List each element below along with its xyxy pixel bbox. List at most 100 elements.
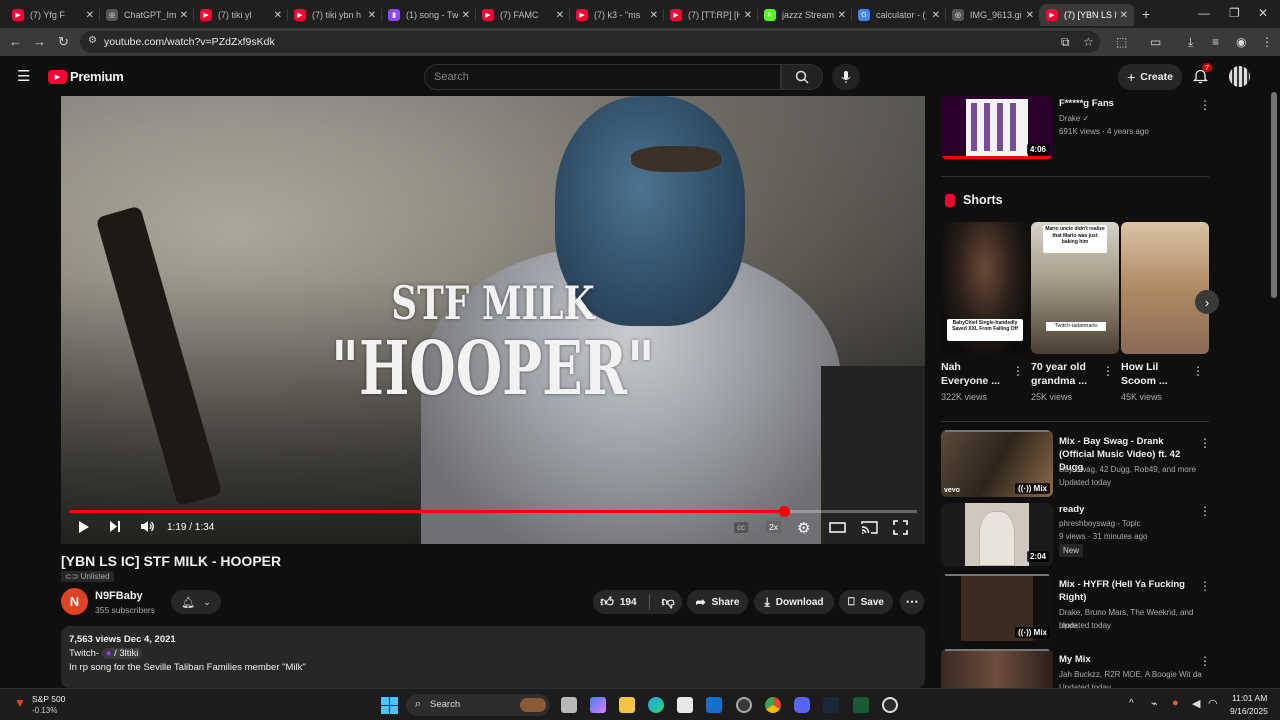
- steam-icon[interactable]: [823, 697, 839, 713]
- notifications-button[interactable]: 7: [1192, 63, 1213, 89]
- tab-close-icon[interactable]: ✕: [86, 10, 94, 21]
- tab-close-icon[interactable]: ✕: [368, 10, 376, 21]
- clock-time[interactable]: 11:01 AM: [1232, 693, 1267, 703]
- twitch-chip[interactable]: ● / 3ltiki: [101, 648, 143, 659]
- browser-tab[interactable]: ▶ (7) tiki ybn h ✕: [288, 4, 382, 26]
- youtube-logo[interactable]: ▶ Premium: [48, 69, 124, 84]
- network-icon[interactable]: ⌁: [1151, 697, 1158, 710]
- tab-close-icon[interactable]: ✕: [274, 10, 282, 21]
- file-explorer-icon[interactable]: [619, 697, 635, 713]
- scrubber-handle[interactable]: [778, 506, 790, 517]
- bookmark-star-icon[interactable]: ☆: [1083, 35, 1094, 49]
- sidebar-video-title[interactable]: F*****g Fans: [1059, 97, 1114, 110]
- system-tray-chevron-icon[interactable]: ^: [1129, 698, 1134, 709]
- hamburger-menu-icon[interactable]: ☰: [17, 67, 30, 85]
- sidebar-video-title[interactable]: My Mix: [1059, 653, 1091, 666]
- more-actions-button[interactable]: ⋯: [900, 590, 924, 614]
- url-field[interactable]: ⚙ youtube.com/watch?v=PZdZxf9sKdk: [80, 31, 1100, 53]
- video-player[interactable]: STF MILK "HOOPER" 1:19 / 1:34 cc 2x ⚙: [61, 96, 925, 544]
- outlook-icon[interactable]: [706, 697, 722, 713]
- speaker-icon[interactable]: ◀: [1192, 697, 1200, 710]
- like-button[interactable]: 👍︎ 194: [600, 594, 636, 610]
- tab-close-icon[interactable]: ✕: [744, 10, 752, 21]
- edge-icon[interactable]: [648, 697, 664, 713]
- browser-tab[interactable]: ▶ (7) FAMC ✕: [476, 4, 570, 26]
- extensions-icon[interactable]: ⬚: [1116, 35, 1127, 49]
- playback-speed-badge[interactable]: 2x: [766, 521, 781, 533]
- volume-button[interactable]: [140, 520, 155, 533]
- sidebar-video-title[interactable]: ready: [1059, 503, 1084, 516]
- copilot-icon[interactable]: [590, 697, 606, 713]
- video-thumbnail-ready[interactable]: 2:04: [941, 503, 1053, 566]
- new-tab-icon[interactable]: +: [1142, 6, 1150, 22]
- more-options-icon[interactable]: ⋮: [1199, 98, 1211, 112]
- short-1-title[interactable]: Nah Everyone ...: [941, 360, 1009, 388]
- browser-tab[interactable]: ▶ (7) Yfg F ✕: [6, 4, 100, 26]
- voice-search-button[interactable]: [832, 64, 860, 90]
- fullscreen-icon[interactable]: [893, 520, 908, 535]
- maximize-icon[interactable]: ❐: [1229, 6, 1240, 20]
- reading-list-icon[interactable]: ≡: [1212, 35, 1219, 49]
- tab-close-icon[interactable]: ✕: [932, 10, 940, 21]
- reload-icon[interactable]: ↻: [58, 34, 69, 50]
- video-thumbnail-my-mix[interactable]: [941, 649, 1053, 688]
- browser-tab[interactable]: ▶ (7) [TT:RP] [H ✕: [664, 4, 758, 26]
- cast-icon[interactable]: [861, 521, 878, 534]
- forward-icon[interactable]: →: [33, 34, 46, 49]
- tab-close-icon[interactable]: ✕: [556, 10, 564, 21]
- short-3-title[interactable]: How Lil Scoom ...: [1121, 360, 1189, 388]
- channel-name[interactable]: N9FBaby: [95, 590, 143, 602]
- task-view-icon[interactable]: [561, 697, 577, 713]
- browser-tab[interactable]: ◎ ChatGPT_Im ✕: [100, 4, 194, 26]
- tab-close-icon[interactable]: ✕: [1026, 10, 1034, 21]
- short-thumbnail-3[interactable]: [1121, 222, 1209, 354]
- save-button[interactable]: ⎕ Save: [839, 590, 893, 614]
- more-options-icon[interactable]: ⋮: [1192, 364, 1204, 378]
- tab-close-icon[interactable]: ✕: [180, 10, 188, 21]
- chrome-icon[interactable]: [765, 697, 781, 713]
- wifi-icon[interactable]: ◠: [1208, 697, 1218, 710]
- more-options-icon[interactable]: ⋮: [1199, 654, 1211, 668]
- channel-avatar[interactable]: N: [61, 588, 88, 615]
- sidebar-video-title[interactable]: Mix - HYFR (Hell Ya Fucking Right): [1059, 578, 1197, 604]
- windows-start-button[interactable]: [381, 697, 398, 714]
- play-button[interactable]: [78, 520, 90, 534]
- profile-icon[interactable]: ◉: [1236, 35, 1246, 49]
- more-options-icon[interactable]: ⋮: [1012, 364, 1024, 378]
- download-icon[interactable]: ⤓: [1188, 35, 1193, 50]
- window-close-icon[interactable]: ✕: [1258, 6, 1268, 20]
- next-button[interactable]: [109, 520, 121, 533]
- description-box[interactable]: 7,563 views Dec 4, 2021 Twitch- ● / 3lti…: [61, 626, 925, 688]
- store-icon[interactable]: [677, 697, 693, 713]
- video-thumbnail-fans[interactable]: 4:06: [941, 96, 1053, 159]
- account-avatar[interactable]: [1229, 66, 1250, 87]
- more-options-icon[interactable]: ⋮: [1199, 436, 1211, 450]
- search-button[interactable]: [781, 64, 823, 90]
- browser-tab[interactable]: Kjazzz Stream ✕: [758, 4, 852, 26]
- minimize-icon[interactable]: —: [1198, 6, 1210, 20]
- page-scrollbar[interactable]: [1271, 92, 1277, 298]
- short-thumbnail-1[interactable]: BabyChief Single-handedly Saved XXL From…: [941, 222, 1029, 354]
- miniplayer-icon[interactable]: [829, 522, 846, 533]
- more-options-icon[interactable]: ⋮: [1199, 579, 1211, 593]
- browser-tab[interactable]: Gcalculator - (✕: [852, 4, 946, 26]
- more-options-icon[interactable]: ⋮: [1102, 364, 1114, 378]
- create-button[interactable]: + Create: [1118, 64, 1182, 90]
- browser-menu-icon[interactable]: ⋮: [1261, 35, 1273, 49]
- tab-close-icon[interactable]: ✕: [650, 10, 658, 21]
- video-thumbnail-bay-swag-mix[interactable]: vevo ((·)) Mix: [941, 430, 1053, 497]
- progress-bar[interactable]: [69, 506, 917, 517]
- site-info-icon[interactable]: ⚙: [88, 35, 97, 46]
- clock-date[interactable]: 9/16/2025: [1230, 706, 1268, 716]
- short-2-title[interactable]: 70 year old grandma ...: [1031, 360, 1099, 388]
- captions-icon[interactable]: cc: [734, 522, 748, 533]
- browser-tab[interactable]: ▶ (7) k3 - "ms ✕: [570, 4, 664, 26]
- browser-tab[interactable]: ◎ IMG_9613.gi ✕: [946, 4, 1040, 26]
- share-button[interactable]: ➦ Share: [687, 590, 748, 614]
- browser-tab[interactable]: ▶ (7) tiki yl ✕: [194, 4, 288, 26]
- tab-close-icon[interactable]: ✕: [1120, 10, 1128, 21]
- thumbs-down-icon[interactable]: 👎︎: [662, 594, 675, 610]
- sidebar-icon[interactable]: ▭: [1150, 35, 1161, 49]
- subscription-bell-button[interactable]: 🔔︎ ⌄: [171, 590, 221, 614]
- install-icon[interactable]: ⧉: [1061, 35, 1070, 50]
